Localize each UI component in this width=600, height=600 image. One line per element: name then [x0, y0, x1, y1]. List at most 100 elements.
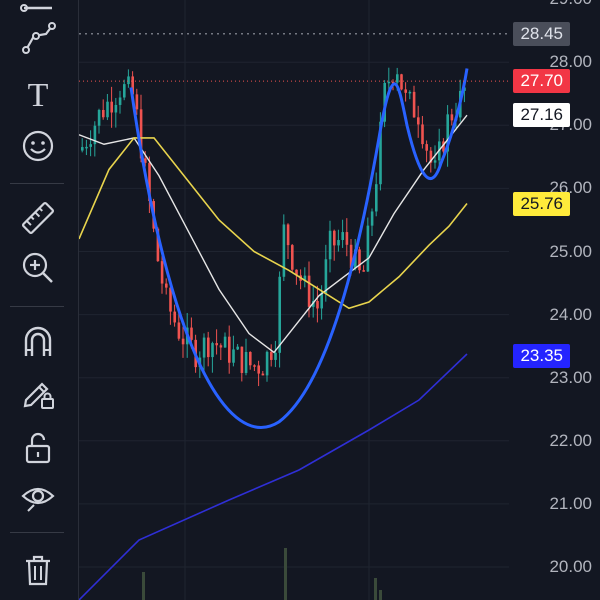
white-ma-badge: 27.16 — [513, 103, 570, 128]
candle-body — [261, 373, 265, 376]
candle-body — [412, 91, 416, 118]
candle-body — [400, 74, 403, 90]
candle-body — [165, 283, 168, 288]
candle-body — [253, 365, 256, 367]
candle-body — [102, 109, 105, 118]
candle-body — [265, 351, 269, 376]
candle-body — [408, 91, 412, 94]
price-axis-tick: 25.00 — [549, 241, 592, 261]
white-ma-line — [79, 114, 468, 354]
candle-body — [240, 346, 244, 373]
price-axis-tick: 21.00 — [549, 493, 592, 513]
candle-body — [135, 94, 139, 110]
candle-body — [123, 84, 126, 98]
candle-body — [278, 276, 281, 353]
candle-body — [404, 89, 407, 93]
drawing-toolbar: T — [0, 0, 79, 600]
candle-body — [215, 343, 218, 346]
candle-body — [324, 259, 328, 294]
candle-body — [270, 351, 273, 360]
candle-body — [85, 146, 88, 149]
candle-body — [181, 338, 185, 345]
eye-icon — [20, 478, 56, 519]
price-axis-tick: 23.00 — [549, 367, 592, 387]
zoom-in-tool[interactable] — [14, 246, 62, 294]
candle-body — [202, 337, 206, 358]
toolbar-divider — [10, 306, 64, 307]
candle-body — [328, 230, 332, 260]
candle-body — [425, 144, 428, 151]
price-axis-tick: 24.00 — [549, 304, 592, 324]
candle-body — [244, 351, 248, 373]
chart-app: T 28.00 27.00 26.00 25.00 24.00 23.00 22… — [0, 0, 600, 600]
delete-tool[interactable] — [14, 548, 62, 596]
candle-body — [450, 114, 454, 121]
candle-body — [89, 144, 92, 147]
toolbar-divider — [10, 532, 64, 533]
candle-body — [249, 351, 252, 366]
candle-body — [207, 337, 210, 358]
text-tool-icon: T — [27, 77, 49, 114]
last-price-badge: 27.70 — [513, 69, 570, 94]
candle-body — [127, 76, 130, 85]
candle-body — [333, 230, 336, 246]
candle-body — [219, 345, 223, 348]
candle-body — [81, 147, 84, 151]
candle-body — [320, 293, 323, 309]
unlock-tool[interactable] — [14, 425, 62, 473]
candle-body — [433, 160, 437, 163]
candle-body — [286, 224, 290, 246]
magnet-tool[interactable] — [14, 320, 62, 368]
candle-body — [370, 211, 374, 226]
candle-body — [417, 117, 420, 125]
candle-body — [257, 365, 260, 374]
candle-body — [173, 311, 176, 323]
candle-body — [421, 124, 424, 145]
path-tool[interactable] — [14, 16, 62, 64]
high-price-badge: 28.45 — [513, 21, 570, 46]
candle-body — [316, 301, 319, 309]
candle-body — [106, 101, 109, 118]
chart-pane[interactable]: 29.00 28.00 27.00 26.00 25.00 24.00 23.0… — [79, 0, 600, 600]
candle-body — [366, 225, 370, 272]
candle-body — [274, 352, 277, 360]
price-axis-tick: 29.00 — [549, 0, 592, 9]
unlock-icon — [20, 429, 56, 470]
magnet-icon — [20, 324, 56, 365]
candle-body — [291, 245, 294, 270]
price-axis-tick: 20.00 — [549, 557, 592, 576]
candle-body — [358, 249, 361, 271]
blue-ma-badge: 23.35 — [513, 343, 570, 368]
candle-body — [110, 101, 113, 113]
ruler-tool[interactable] — [14, 196, 62, 244]
lock-drawing-tool[interactable] — [14, 370, 62, 418]
ruler-icon — [20, 200, 56, 241]
text-tool[interactable]: T — [14, 72, 62, 120]
candle-body — [97, 109, 101, 126]
candle-body — [337, 240, 340, 246]
yellow-ma-badge: 25.76 — [513, 191, 570, 216]
cup-pattern-curve — [129, 68, 469, 429]
yellow-ma-line — [79, 137, 468, 310]
long-ma-line — [79, 353, 468, 600]
candle-body — [223, 336, 227, 348]
candle-body — [362, 270, 365, 272]
visibility-tool[interactable] — [14, 474, 62, 522]
emoji-tool[interactable] — [14, 124, 62, 172]
volume-bar — [374, 578, 377, 600]
candle-body — [114, 104, 118, 113]
emoji-icon — [20, 128, 56, 169]
candle-body — [341, 232, 344, 241]
toolbar-divider — [10, 183, 64, 184]
candle-body — [232, 349, 235, 363]
candle-body — [387, 81, 391, 84]
candle-body — [177, 322, 181, 339]
trash-icon — [20, 552, 56, 593]
volume-bar — [142, 572, 145, 600]
candle-body — [190, 327, 193, 340]
zoom-in-icon — [20, 250, 56, 291]
candle-body — [307, 275, 311, 307]
lock-drawing-icon — [20, 374, 56, 415]
price-axis-tick: 22.00 — [549, 430, 592, 450]
candle-body — [396, 74, 399, 83]
